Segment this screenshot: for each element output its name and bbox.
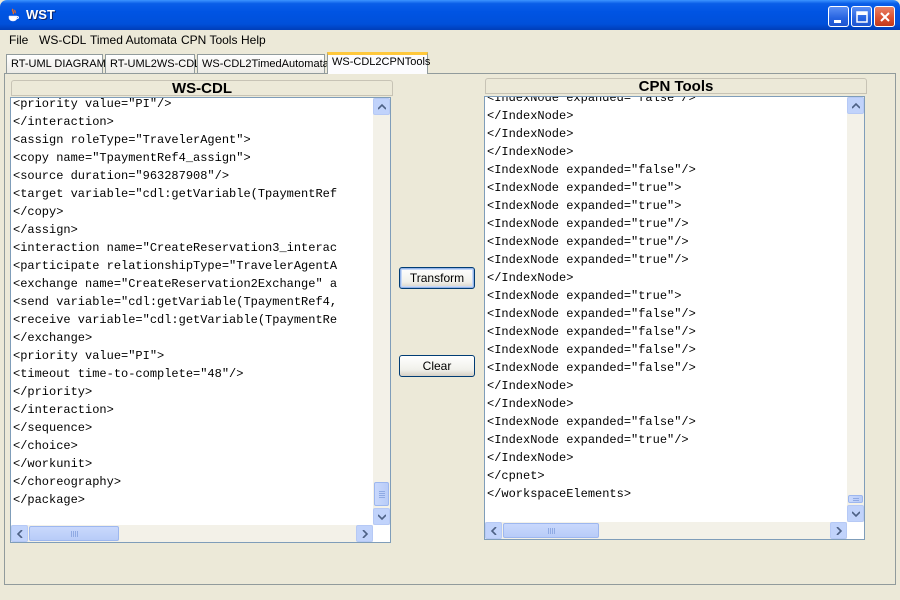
tab-label: RT-UML DIAGRAM [11,58,106,70]
code-line: </IndexNode> [487,379,574,393]
scroll-up-arrow-icon[interactable] [847,97,864,114]
code-line: <receive variable="cdl:getVariable(Tpaym… [13,313,338,327]
menu-bar: File WS-CDL Timed Automata CPN Tools Hel… [0,30,900,50]
code-line: <assign roleType="TravelerAgent"> [13,133,251,147]
code-line: <IndexNode expanded="true"/> [487,433,689,447]
scroll-right-arrow-icon[interactable] [830,522,847,539]
minimize-button[interactable] [828,6,849,27]
code-line: </exchange> [13,331,93,345]
tab-label: RT-UML2WS-CDL [110,58,201,70]
code-line: </sequence> [13,421,93,435]
code-line: </IndexNode> [487,271,574,285]
code-line: <copy name="TpaymentRef4_assign"> [13,151,251,165]
transform-button[interactable]: Transform [399,267,475,289]
code-line: </IndexNode> [487,127,574,141]
scroll-thumb[interactable] [374,482,389,506]
code-line: <IndexNode expanded="true"/> [487,253,689,267]
close-button[interactable] [874,6,895,27]
scroll-down-arrow-icon[interactable] [847,505,864,522]
code-line: </copy> [13,205,64,219]
code-line: <interaction name="CreateReservation3_in… [13,241,338,255]
ws-cdl-vertical-scrollbar[interactable] [373,98,390,525]
code-line: <target variable="cdl:getVariable(Tpayme… [13,187,338,201]
code-line: <timeout time-to-complete="48"/> [13,367,244,381]
code-line: </priority> [13,385,93,399]
cpn-tools-textarea[interactable]: <IndexNode expanded="false"/> </IndexNode… [484,96,865,540]
code-line: </IndexNode> [487,145,574,159]
code-line: <IndexNode expanded="false"/> [487,325,696,339]
code-line: <send variable="cdl:getVariable(Tpayment… [13,295,338,309]
code-line: <IndexNode expanded="false"/> [487,163,696,177]
code-line: </IndexNode> [487,451,574,465]
scroll-thumb[interactable] [29,526,119,541]
code-line: <priority value="PI"/> [13,97,172,111]
code-line: </choice> [13,439,78,453]
code-line: <source duration="963287908"/> [13,169,230,183]
code-line: <priority value="PI"> [13,349,165,363]
code-line: </interaction> [13,403,114,417]
scroll-left-arrow-icon[interactable] [485,522,502,539]
code-line: <IndexNode expanded="true"/> [487,217,689,231]
scroll-thumb[interactable] [848,495,863,503]
tab-ws-cdl2timedautomata[interactable]: WS-CDL2TimedAutomata [197,54,329,73]
code-line: <exchange name="CreateReservation2Exchan… [13,277,338,291]
cpn-tools-panel-title: CPN Tools [485,78,867,95]
tab-rt-uml-diagram[interactable]: RT-UML DIAGRAM [6,54,106,73]
menu-help[interactable]: Help [241,33,266,47]
code-line: <IndexNode expanded="false"/> [487,96,696,105]
ws-cdl-code: <priority value="PI"/> </interaction> <ass… [13,97,338,509]
code-line: </IndexNode> [487,397,574,411]
java-app-icon [6,8,20,22]
code-line: <IndexNode expanded="false"/> [487,307,696,321]
menu-cpn-tools[interactable]: CPN Tools [181,33,237,47]
cpn-tools-horizontal-scrollbar[interactable] [485,522,847,539]
code-line: </interaction> [13,115,114,129]
cpn-tools-code: <IndexNode expanded="false"/> </IndexNode… [487,96,696,503]
code-line: </workunit> [13,457,93,471]
code-line: </assign> [13,223,78,237]
scroll-right-arrow-icon[interactable] [356,525,373,542]
window-title: WST [26,7,55,22]
scroll-up-arrow-icon[interactable] [373,98,390,115]
code-line: <IndexNode expanded="true"/> [487,235,689,249]
scroll-thumb[interactable] [503,523,599,538]
tab-ws-cdl2cpntools[interactable]: WS-CDL2CPNTools [327,52,431,74]
clear-button[interactable]: Clear [399,355,475,377]
code-line: <IndexNode expanded="false"/> [487,415,696,429]
menu-timed-automata[interactable]: Timed Automata [90,33,177,47]
code-line: <IndexNode expanded="true"> [487,181,682,195]
tab-label: WS-CDL2TimedAutomata [202,58,329,70]
ws-cdl-panel-title: WS-CDL [11,80,393,97]
code-line: <IndexNode expanded="false"/> [487,343,696,357]
code-line: </package> [13,493,86,507]
code-line: </IndexNode> [487,109,574,123]
code-line: <IndexNode expanded="true"> [487,199,682,213]
code-line: </cpnet> [487,469,545,483]
code-line: </workspaceElements> [487,487,632,501]
scroll-down-arrow-icon[interactable] [373,508,390,525]
menu-file[interactable]: File [9,33,28,47]
ws-cdl-horizontal-scrollbar[interactable] [11,525,373,542]
tab-label: WS-CDL2CPNTools [332,56,431,68]
title-bar[interactable]: WST [0,0,900,30]
maximize-button[interactable] [851,6,872,27]
code-line: <IndexNode expanded="true"> [487,289,682,303]
code-line: <IndexNode expanded="false"/> [487,361,696,375]
tab-rt-uml2ws-cdl[interactable]: RT-UML2WS-CDL [105,54,200,73]
scroll-left-arrow-icon[interactable] [11,525,28,542]
code-line: <participate relationshipType="TravelerA… [13,259,338,273]
cpn-tools-vertical-scrollbar[interactable] [847,97,864,522]
ws-cdl-textarea[interactable]: <priority value="PI"/> </interaction> <ass… [10,97,391,543]
code-line: </choreography> [13,475,122,489]
menu-ws-cdl[interactable]: WS-CDL [39,33,86,47]
